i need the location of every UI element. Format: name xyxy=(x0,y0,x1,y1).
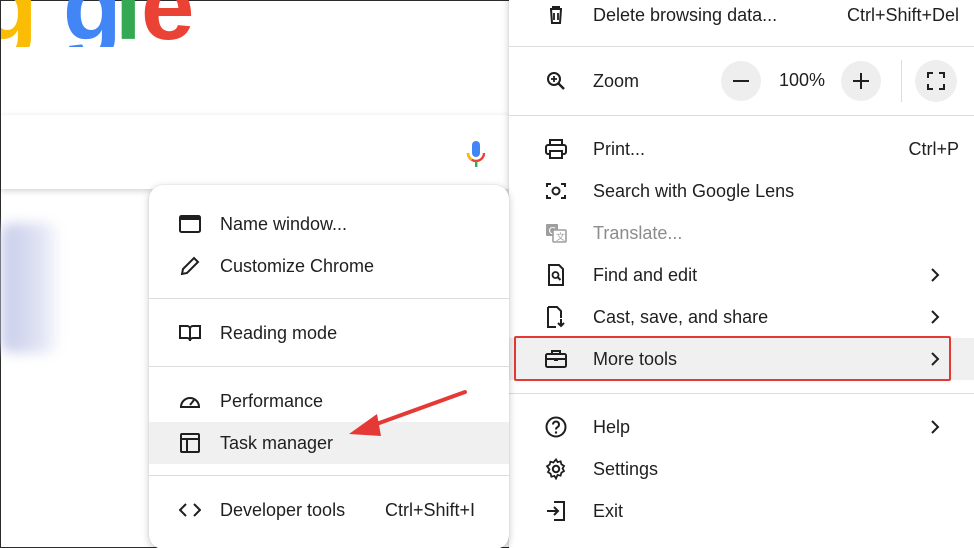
speedometer-icon xyxy=(179,390,201,412)
menu-item-label: Customize Chrome xyxy=(220,255,375,276)
svg-text:文: 文 xyxy=(556,231,565,243)
more-tools-highlight-outline xyxy=(514,336,951,381)
menu-item-label: Delete browsing data... xyxy=(593,4,778,25)
logo-letter: g xyxy=(63,0,122,47)
fullscreen-button[interactable] xyxy=(915,60,957,102)
menu-item-cast-save-share[interactable]: Cast, save, and share xyxy=(509,296,974,338)
book-icon xyxy=(179,322,201,344)
zoom-icon xyxy=(545,70,567,92)
task-manager-icon xyxy=(179,432,201,454)
menu-item-label: Settings xyxy=(593,458,659,479)
menu-item-label: Name window... xyxy=(220,213,348,234)
annotation-arrow xyxy=(349,390,467,436)
menu-item-label: Task manager xyxy=(220,432,334,453)
zoom-in-button[interactable] xyxy=(841,61,881,101)
find-page-icon xyxy=(545,264,567,286)
zoom-level: 100% xyxy=(779,70,826,90)
menu-item-label: Reading mode xyxy=(220,322,338,343)
shortcut-text: Ctrl+Shift+Del xyxy=(846,4,959,25)
menu-item-print[interactable]: Print... Ctrl+P xyxy=(509,128,974,170)
trash-icon xyxy=(545,4,567,26)
fullscreen-icon xyxy=(927,72,945,90)
menu-item-label: Cast, save, and share xyxy=(593,306,769,327)
menu-item-label: Zoom xyxy=(593,70,640,91)
menu-separator xyxy=(509,115,974,116)
menu-item-reading-mode[interactable]: Reading mode xyxy=(149,312,509,354)
menu-item-label: Performance xyxy=(220,390,324,411)
chevron-right-icon xyxy=(931,310,940,324)
zoom-divider xyxy=(901,60,902,102)
menu-item-label: Search with Google Lens xyxy=(593,180,795,201)
menu-item-customize-chrome[interactable]: Customize Chrome xyxy=(149,245,509,287)
menu-item-help[interactable]: Help xyxy=(509,406,974,448)
menu-separator xyxy=(149,366,509,367)
zoom-out-button[interactable] xyxy=(721,61,761,101)
menu-separator xyxy=(509,46,974,47)
menu-item-label: Exit xyxy=(593,500,624,521)
help-icon xyxy=(545,416,567,438)
more-tools-submenu: Name window... Customize Chrome Reading … xyxy=(149,185,509,548)
menu-item-find-and-edit[interactable]: Find and edit xyxy=(509,254,974,296)
gear-icon xyxy=(545,458,567,480)
menu-item-name-window[interactable]: Name window... xyxy=(149,203,509,245)
printer-icon xyxy=(545,138,567,160)
menu-separator xyxy=(509,393,974,394)
exit-icon xyxy=(545,500,567,522)
save-page-icon xyxy=(545,306,567,328)
shortcut-text: Ctrl+Shift+I xyxy=(384,499,475,520)
menu-item-settings[interactable]: Settings xyxy=(509,448,974,490)
logo-letter: g xyxy=(1,0,38,47)
window-icon xyxy=(179,213,201,235)
menu-item-exit[interactable]: Exit xyxy=(509,490,974,532)
menu-separator xyxy=(149,475,509,476)
menu-item-label: Find and edit xyxy=(593,264,698,285)
menu-item-translate: G文 Translate... xyxy=(509,212,974,254)
chevron-right-icon xyxy=(931,268,940,282)
blurred-shortcut-tile xyxy=(1,223,57,353)
camera-lens-icon xyxy=(545,180,567,202)
menu-item-label: Help xyxy=(593,416,631,437)
menu-item-delete-browsing-data[interactable]: Delete browsing data... Ctrl+Shift+Del xyxy=(509,0,974,36)
microphone-icon[interactable] xyxy=(463,139,489,169)
menu-item-label: Developer tools xyxy=(220,499,346,520)
google-logo: g g l e xyxy=(1,0,221,47)
menu-separator xyxy=(149,298,509,299)
search-box[interactable] xyxy=(1,115,511,189)
chrome-main-menu: Delete browsing data... Ctrl+Shift+Del Z… xyxy=(509,0,974,548)
menu-item-google-lens[interactable]: Search with Google Lens xyxy=(509,170,974,212)
code-brackets-icon xyxy=(179,499,201,521)
shortcut-text: Ctrl+P xyxy=(908,138,959,159)
menu-item-label: Translate... xyxy=(593,222,683,243)
menu-item-developer-tools[interactable]: Developer tools Ctrl+Shift+I xyxy=(149,489,509,531)
logo-letter: l xyxy=(115,0,142,47)
pencil-icon xyxy=(179,255,201,277)
chevron-right-icon xyxy=(931,420,940,434)
menu-item-label: Print... xyxy=(593,138,646,159)
translate-icon: G文 xyxy=(545,222,567,244)
logo-letter: e xyxy=(141,0,194,47)
